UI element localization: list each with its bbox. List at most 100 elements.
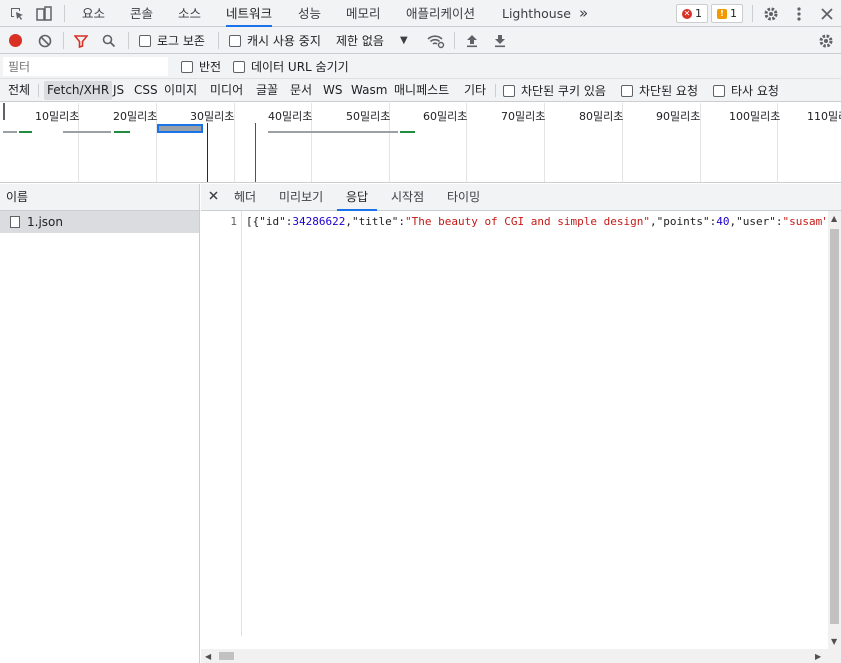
tab-response[interactable]: 응답: [337, 184, 378, 211]
timeline-tick-label: 20밀리초: [113, 110, 158, 123]
record-button[interactable]: [9, 31, 22, 50]
scroll-left-arrow-icon[interactable]: ◀: [205, 652, 211, 661]
json-punct: ,: [650, 215, 657, 228]
type-filter-media[interactable]: 미디어: [210, 81, 243, 100]
wifi-settings-icon: [427, 34, 445, 48]
device-toolbar-icon[interactable]: [34, 4, 54, 24]
checkbox-box: [621, 84, 633, 97]
type-filter-css[interactable]: CSS: [134, 81, 158, 100]
filter-input[interactable]: [3, 57, 168, 76]
tab-timing[interactable]: 타이밍: [447, 184, 480, 211]
tab-initiator[interactable]: 시작점: [391, 184, 424, 211]
type-filter-img[interactable]: 이미지: [164, 81, 197, 100]
timeline-request-bar: [19, 131, 32, 133]
network-conditions-button[interactable]: [427, 31, 445, 50]
search-button[interactable]: [102, 31, 116, 50]
throttling-select[interactable]: 제한 없음 ▼: [336, 31, 408, 50]
checkbox-box: [181, 60, 193, 73]
clear-button[interactable]: [38, 31, 52, 50]
tab-network[interactable]: 네트워크: [226, 0, 273, 27]
json-key: "user": [736, 215, 776, 228]
scroll-down-arrow-icon[interactable]: ▼: [831, 637, 837, 646]
tab-elements[interactable]: 요소: [82, 0, 105, 27]
timeline-selected-request-bar: [157, 124, 203, 133]
divider: [64, 5, 65, 22]
more-tabs-button[interactable]: »: [579, 0, 588, 27]
load-event-marker: [255, 123, 256, 182]
horizontal-scrollbar[interactable]: ◀ ▶: [201, 649, 841, 663]
error-count-badge[interactable]: ✕ 1: [676, 4, 708, 23]
json-punct: ,: [345, 215, 352, 228]
vertical-scroll-thumb[interactable]: [830, 229, 839, 624]
tab-memory[interactable]: 메모리: [346, 0, 381, 27]
json-string: "The beauty of CGI and simple design": [404, 215, 651, 228]
blocked-requests-checkbox[interactable]: 차단된 요청: [621, 81, 698, 100]
blocked-cookies-checkbox[interactable]: 차단된 쿠키 있음: [503, 81, 606, 100]
type-filter-fetch-xhr[interactable]: Fetch/XHR: [44, 81, 113, 100]
type-filter-js[interactable]: JS: [113, 81, 124, 100]
kebab-menu-icon[interactable]: [789, 4, 809, 24]
json-punct: [{: [246, 215, 260, 228]
blocked-requests-label: 차단된 요청: [639, 84, 699, 98]
tab-preview[interactable]: 미리보기: [279, 184, 323, 211]
inspect-element-icon[interactable]: [7, 4, 27, 24]
type-filter-wasm[interactable]: Wasm: [351, 81, 387, 100]
type-filter-font[interactable]: 글꼴: [256, 81, 278, 100]
scroll-right-arrow-icon[interactable]: ▶: [815, 652, 821, 661]
checkbox-box: [713, 84, 725, 97]
settings-gear-icon[interactable]: [761, 4, 781, 24]
timeline-request-bar: [268, 131, 398, 133]
export-har-button[interactable]: [494, 31, 506, 50]
preserve-log-checkbox[interactable]: 로그 보존: [139, 31, 205, 50]
disable-cache-checkbox[interactable]: 캐시 사용 중지: [229, 31, 321, 50]
tab-application[interactable]: 애플리케이션: [406, 0, 475, 27]
type-filter-all[interactable]: 전체: [8, 81, 30, 100]
close-icon[interactable]: [817, 4, 837, 24]
request-detail-panel: 헤더 미리보기 응답 시작점 타이밍 1 [{"id":34286622,"ti…: [201, 184, 841, 663]
tab-console[interactable]: 콘솔: [130, 0, 153, 27]
divider: [38, 84, 39, 97]
search-icon: [102, 34, 116, 47]
tab-performance[interactable]: 성능: [298, 0, 321, 27]
filter-funnel-icon: [74, 34, 88, 48]
filter-bar: 반전 데이터 URL 숨기기: [0, 54, 841, 79]
invert-label: 반전: [199, 60, 222, 74]
name-column-header[interactable]: 이름: [0, 184, 199, 211]
filter-toggle-button[interactable]: [74, 31, 88, 50]
divider: [454, 32, 455, 49]
tab-headers[interactable]: 헤더: [234, 184, 256, 211]
vertical-scrollbar[interactable]: ▲ ▼: [828, 211, 841, 649]
type-filter-doc[interactable]: 문서: [290, 81, 312, 100]
warning-count-badge[interactable]: ! 1: [711, 4, 743, 23]
json-key: "title": [351, 215, 399, 228]
response-body[interactable]: [{"id":34286622,"title":"The beauty of C…: [246, 215, 826, 228]
invert-checkbox[interactable]: 반전: [181, 57, 221, 76]
request-row[interactable]: 1.json: [0, 211, 199, 233]
type-filter-other[interactable]: 기타: [464, 81, 486, 100]
timeline-tick-label: 30밀리초: [190, 110, 235, 123]
third-party-label: 타사 요청: [731, 84, 779, 98]
preserve-log-label: 로그 보존: [157, 34, 205, 48]
error-count: 1: [695, 7, 702, 20]
network-overview-timeline[interactable]: 10밀리초 20밀리초 30밀리초 40밀리초 50밀리초 60밀리초 70밀리…: [0, 103, 841, 183]
type-filter-ws[interactable]: WS: [323, 81, 342, 100]
third-party-checkbox[interactable]: 타사 요청: [713, 81, 779, 100]
tab-sources[interactable]: 소스: [178, 0, 201, 27]
download-icon: [495, 34, 505, 47]
checkbox-box: [229, 34, 241, 47]
scroll-up-arrow-icon[interactable]: ▲: [831, 214, 837, 223]
hide-data-urls-checkbox[interactable]: 데이터 URL 숨기기: [233, 57, 349, 76]
horizontal-scroll-thumb[interactable]: [219, 652, 234, 660]
checkbox-box: [233, 60, 245, 73]
throttling-value: 제한 없음: [336, 34, 384, 48]
hide-data-urls-label: 데이터 URL 숨기기: [251, 60, 349, 74]
import-har-button[interactable]: [466, 31, 478, 50]
record-icon: [9, 34, 22, 47]
close-detail-button[interactable]: [209, 184, 218, 211]
tab-lighthouse[interactable]: Lighthouse: [502, 0, 571, 27]
checkbox-box: [503, 84, 515, 97]
json-key: "points": [656, 215, 710, 228]
timeline-tick-label: 40밀리초: [268, 110, 313, 123]
type-filter-manifest[interactable]: 매니페스트: [394, 81, 449, 100]
network-settings-button[interactable]: [818, 31, 834, 50]
